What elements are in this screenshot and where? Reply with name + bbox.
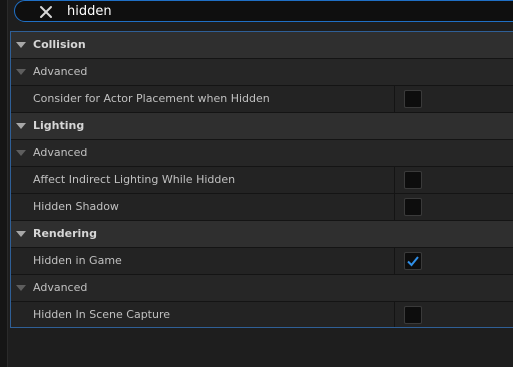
- property-label: Hidden in Game: [33, 254, 122, 267]
- column-divider: [394, 167, 395, 193]
- advanced-subcategory[interactable]: Advanced: [11, 275, 513, 302]
- property-label: Hidden Shadow: [33, 200, 119, 213]
- expand-arrow-icon[interactable]: [16, 231, 26, 237]
- category-header[interactable]: Rendering: [11, 221, 513, 248]
- expand-arrow-icon[interactable]: [16, 123, 26, 129]
- details-panel: Collision Advanced Consider for Actor Plac…: [10, 31, 513, 328]
- subcategory-label: Advanced: [33, 281, 88, 294]
- property-row: Hidden in Game: [11, 248, 513, 275]
- category-label: Lighting: [33, 119, 85, 132]
- column-divider: [394, 86, 395, 112]
- clear-search-icon[interactable]: [37, 3, 55, 21]
- subcategory-label: Advanced: [33, 65, 88, 78]
- property-checkbox[interactable]: [404, 306, 422, 324]
- expand-arrow-icon[interactable]: [16, 285, 26, 291]
- property-row: Affect Indirect Lighting While Hidden: [11, 167, 513, 194]
- column-divider: [394, 194, 395, 220]
- advanced-subcategory[interactable]: Advanced: [11, 140, 513, 167]
- property-checkbox[interactable]: [404, 252, 422, 270]
- column-divider: [394, 302, 395, 327]
- property-checkbox[interactable]: [404, 90, 422, 108]
- checkmark-icon: [407, 256, 419, 267]
- property-row: Consider for Actor Placement when Hidden: [11, 86, 513, 113]
- expand-arrow-icon[interactable]: [16, 150, 26, 156]
- left-panel-edge: [0, 0, 8, 367]
- advanced-subcategory[interactable]: Advanced: [11, 59, 513, 86]
- property-label: Hidden In Scene Capture: [33, 308, 171, 321]
- property-checkbox[interactable]: [404, 198, 422, 216]
- column-divider: [394, 248, 395, 274]
- empty-area: [10, 328, 513, 367]
- expand-arrow-icon[interactable]: [16, 42, 26, 48]
- property-label: Consider for Actor Placement when Hidden: [33, 92, 270, 105]
- expand-arrow-icon[interactable]: [16, 69, 26, 75]
- category-header[interactable]: Lighting: [11, 113, 513, 140]
- property-checkbox[interactable]: [404, 171, 422, 189]
- search-bar: [14, 0, 513, 22]
- property-row: Hidden In Scene Capture: [11, 302, 513, 327]
- property-row: Hidden Shadow: [11, 194, 513, 221]
- category-label: Rendering: [33, 227, 97, 240]
- category-label: Collision: [33, 38, 86, 51]
- property-label: Affect Indirect Lighting While Hidden: [33, 173, 236, 186]
- search-input[interactable]: [67, 3, 467, 21]
- category-header[interactable]: Collision: [11, 32, 513, 59]
- subcategory-label: Advanced: [33, 146, 88, 159]
